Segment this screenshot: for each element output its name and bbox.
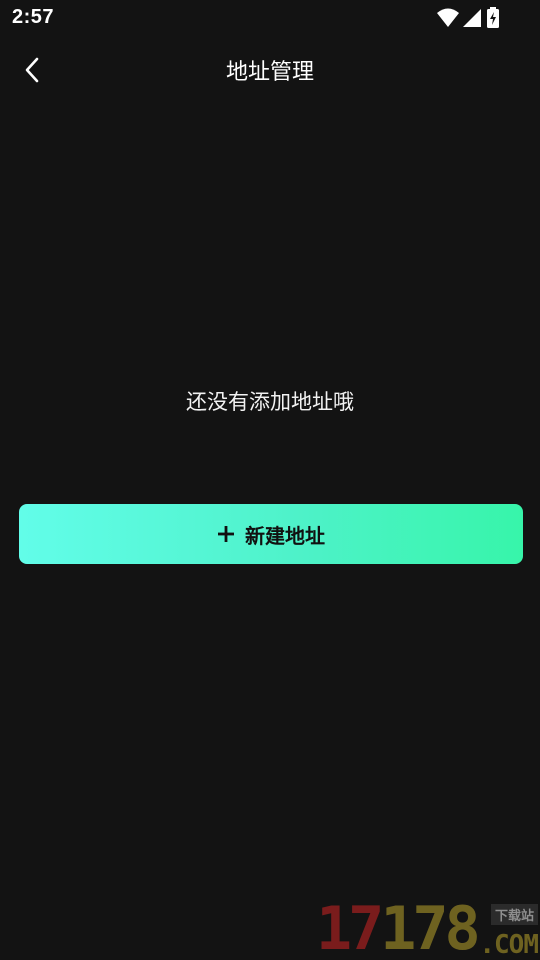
battery-charging-icon <box>487 7 499 28</box>
add-address-button-label: 新建地址 <box>245 523 325 548</box>
add-address-button[interactable]: 新建地址 <box>19 504 523 564</box>
watermark-digits-gold: 178 <box>380 894 480 960</box>
status-icons <box>436 7 500 29</box>
signal-icon <box>463 9 481 27</box>
watermark-domain: .COM <box>479 930 539 960</box>
wifi-icon <box>437 8 459 27</box>
header: 地址管理 <box>0 44 540 94</box>
status-time: 2:57 <box>12 6 55 28</box>
page-title: 地址管理 <box>225 60 314 85</box>
plus-icon <box>218 526 234 542</box>
empty-state-message: 还没有添加地址哦 <box>186 390 354 414</box>
add-address-button-content: 新建地址 <box>217 520 325 549</box>
watermark-logo: 17178 下载站 .COM <box>316 898 540 960</box>
watermark-digits-red: 17 <box>316 894 384 960</box>
watermark-tag: 下载站 <box>490 904 538 925</box>
status-bar: 2:57 <box>0 0 540 36</box>
watermark-digits: 17178 <box>316 898 481 960</box>
